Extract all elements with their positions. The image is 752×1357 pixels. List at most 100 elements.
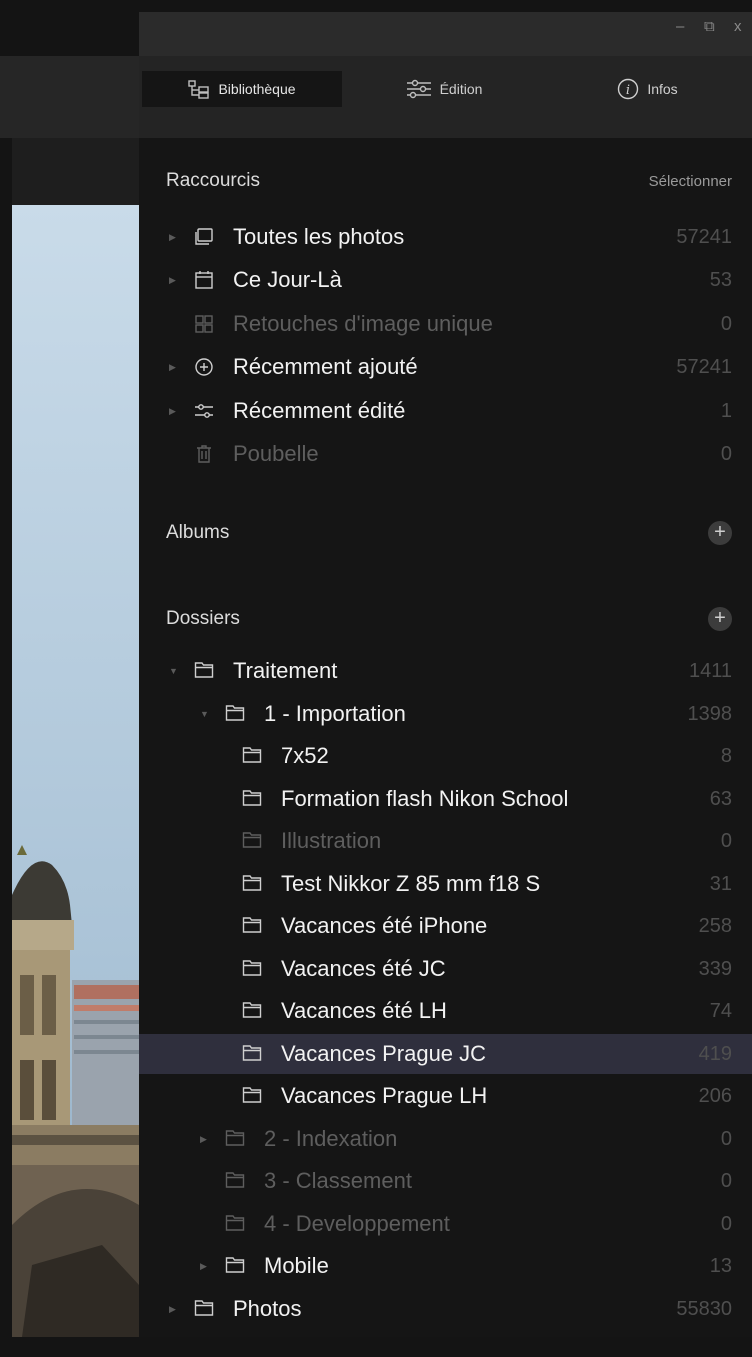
folder-icon [225, 1171, 245, 1191]
shortcut-label: Retouches d'image unique [233, 310, 493, 336]
item-count: 55830 [676, 1297, 732, 1320]
expanded-arrow-icon[interactable]: ▼ [200, 709, 209, 719]
folder-item[interactable]: ▶ Photos 55830 [139, 1289, 752, 1329]
folder-item[interactable]: Vacances été JC 339 [139, 949, 752, 989]
minimize-button[interactable]: – [676, 18, 684, 35]
item-count: 419 [698, 1042, 732, 1065]
bottom-edge [0, 1337, 752, 1357]
folder-item[interactable]: Test Nikkor Z 85 mm f18 S 31 [139, 864, 752, 904]
folder-label: 1 - Importation [264, 700, 406, 726]
folder-icon [242, 789, 262, 809]
item-count: 0 [720, 830, 732, 852]
item-count: 1398 [687, 702, 733, 725]
item-count: 31 [709, 872, 732, 895]
item-count: 0 [720, 443, 732, 465]
shortcut-label: Toutes les photos [233, 224, 405, 249]
folder-item[interactable]: 3 - Classement 0 [139, 1161, 752, 1201]
folder-item[interactable]: ▶ Mobile 13 [139, 1246, 752, 1286]
collapsed-arrow-icon[interactable]: ▶ [169, 362, 176, 373]
collapsed-arrow-icon[interactable]: ▶ [169, 406, 176, 417]
folder-icon [242, 874, 262, 894]
shortcut-item[interactable]: Retouches d'image unique 0 [139, 304, 752, 344]
library-icon [188, 79, 210, 99]
close-button[interactable]: x [734, 18, 742, 35]
collapsed-arrow-icon[interactable]: ▶ [169, 275, 176, 286]
select-link[interactable]: Sélectionner [649, 173, 732, 190]
shortcut-item[interactable]: ▶ Ce Jour-Là 53 [139, 260, 752, 300]
folder-label: 3 - Classement [264, 1168, 412, 1193]
collapsed-arrow-icon[interactable]: ▶ [200, 1261, 207, 1272]
shortcut-label: Récemment édité [233, 397, 406, 423]
shortcuts-title: Raccourcis [166, 170, 260, 191]
folder-icon [194, 1299, 214, 1319]
shortcut-item[interactable]: Poubelle 0 [139, 434, 752, 474]
item-count: 63 [709, 787, 732, 810]
item-count: 74 [709, 1000, 732, 1022]
trash-icon [194, 444, 214, 464]
tab-info[interactable]: i Infos [546, 71, 749, 107]
item-count: 339 [698, 957, 732, 980]
folder-icon [225, 704, 245, 724]
folder-item[interactable]: 7x52 8 [139, 736, 752, 776]
expanded-arrow-icon[interactable]: ▼ [169, 666, 178, 676]
shortcut-item[interactable]: ▶ Toutes les photos 57241 [139, 217, 752, 257]
item-count: 206 [698, 1085, 732, 1107]
folder-label: Traitement [233, 658, 338, 683]
svg-text:i: i [626, 83, 630, 98]
item-count: 0 [720, 1170, 732, 1192]
folder-icon [242, 959, 262, 979]
tab-edit-label: Édition [439, 81, 483, 97]
folder-label: Illustration [281, 828, 382, 853]
collapsed-arrow-icon[interactable]: ▶ [169, 232, 176, 243]
library-panel: Bibliothèque Édition i Infos Raccourcis … [139, 56, 752, 1337]
collapsed-arrow-icon[interactable]: ▶ [200, 1134, 207, 1145]
item-count: 1 [720, 399, 732, 422]
folder-icon [225, 1129, 245, 1149]
folders-title: Dossiers [166, 608, 240, 629]
folder-item[interactable]: Formation flash Nikon School 63 [139, 779, 752, 819]
item-count: 0 [720, 1212, 732, 1235]
tab-library[interactable]: Bibliothèque [142, 71, 342, 107]
folder-icon [242, 1086, 262, 1106]
folder-item[interactable]: Illustration 0 [139, 821, 752, 861]
item-count: 0 [720, 312, 732, 335]
folder-item[interactable]: Vacances été LH 74 [139, 991, 752, 1031]
folder-label: Mobile [264, 1253, 329, 1278]
folder-item[interactable]: Vacances Prague LH 206 [139, 1076, 752, 1116]
photo-preview[interactable] [12, 205, 139, 1337]
folder-label: Photos [233, 1295, 302, 1321]
item-count: 1411 [688, 660, 732, 682]
folder-label: Vacances Prague LH [281, 1083, 488, 1108]
item-count: 0 [720, 1127, 732, 1150]
shortcut-item[interactable]: ▶ Récemment édité 1 [139, 391, 752, 431]
restore-button[interactable]: ⧉ [704, 18, 715, 35]
folder-icon [242, 746, 262, 766]
calendar-icon [194, 270, 214, 290]
folder-icon [225, 1214, 245, 1234]
folder-item[interactable]: 4 - Developpement 0 [139, 1204, 752, 1244]
folder-item[interactable]: ▼ 1 - Importation 1398 [139, 694, 752, 734]
folder-item[interactable]: ▶ 2 - Indexation 0 [139, 1119, 752, 1159]
panel-tab-bar: Bibliothèque Édition i Infos [139, 56, 752, 138]
item-count: 57241 [676, 356, 732, 379]
shortcut-item[interactable]: ▶ Récemment ajouté 57241 [139, 347, 752, 387]
folder-label: Vacances été LH [281, 998, 447, 1023]
item-count: 8 [720, 745, 732, 767]
add-folder-button[interactable]: + [708, 607, 732, 631]
folder-item[interactable]: Vacances Prague JC 419 [139, 1033, 752, 1074]
folder-item[interactable]: Vacances été iPhone 258 [139, 906, 752, 946]
folder-icon [242, 916, 262, 936]
folder-label: 4 - Developpement [264, 1210, 450, 1236]
folder-label: Formation flash Nikon School [281, 785, 569, 811]
folder-item[interactable]: ▼ Traitement 1411 [139, 651, 752, 691]
collapsed-arrow-icon[interactable]: ▶ [169, 1304, 176, 1315]
add-album-button[interactable]: + [708, 521, 732, 545]
add-circle-icon [194, 357, 214, 377]
folder-icon [242, 831, 262, 851]
item-count: 258 [698, 915, 732, 937]
tab-edit[interactable]: Édition [344, 71, 544, 107]
item-count: 53 [709, 269, 732, 292]
photo-image [12, 205, 139, 1337]
shortcut-label: Récemment ajouté [233, 354, 418, 380]
sliders-icon [194, 401, 214, 421]
